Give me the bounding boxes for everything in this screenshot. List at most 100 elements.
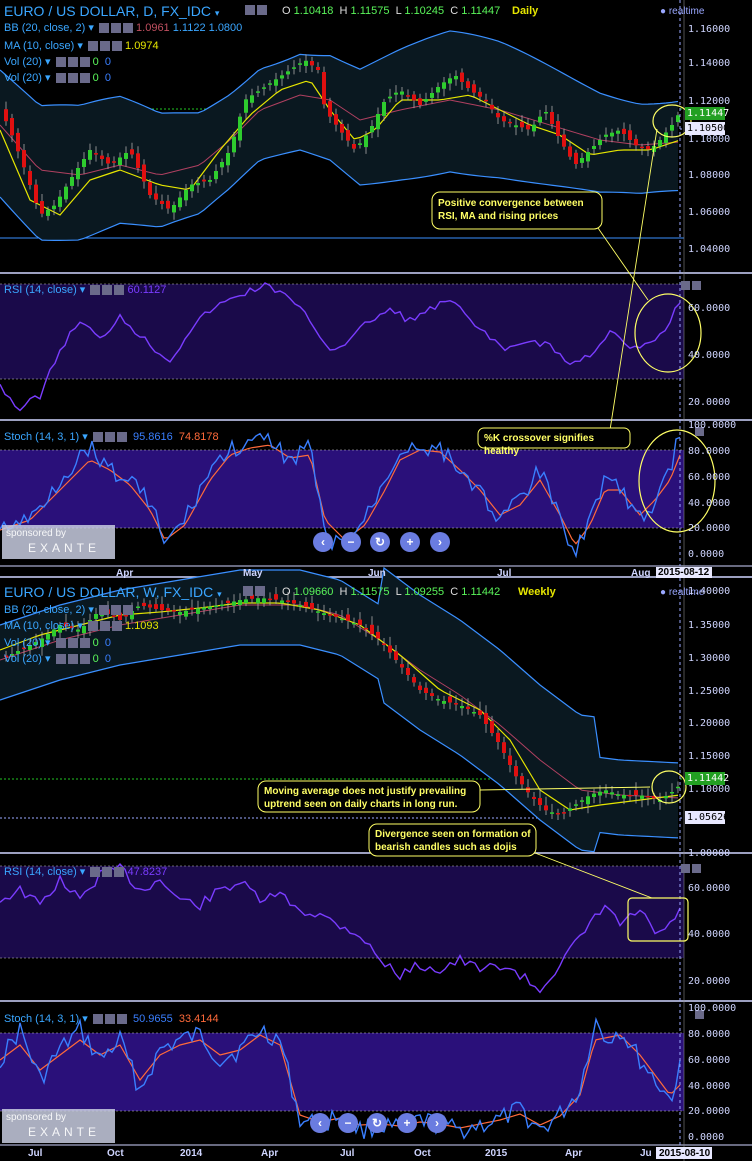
daily-axis-0: 1.16000 bbox=[688, 24, 731, 35]
daily-candle bbox=[394, 92, 398, 95]
daily-axis-6: 1.04000 bbox=[688, 244, 731, 255]
weekly-candle bbox=[664, 796, 668, 799]
weekly-axis-4: 1.20000 bbox=[688, 718, 731, 729]
weekly-candle bbox=[304, 601, 308, 608]
weekly-candle bbox=[364, 627, 368, 630]
weekly-rsi-label[interactable]: RSI (14, close) ▾ 47.8237 bbox=[4, 866, 167, 879]
daily-candle bbox=[382, 102, 386, 116]
weekly-candle bbox=[244, 599, 248, 604]
daily-candle bbox=[172, 205, 176, 213]
weekly-nav-left-icon[interactable]: ‹ bbox=[310, 1116, 330, 1130]
daily-candle bbox=[418, 98, 422, 105]
daily-candle bbox=[424, 99, 428, 102]
daily-watermark-line1: sponsored by bbox=[6, 528, 67, 539]
weekly-ma-label[interactable]: MA (10, close) ▾ 1.1093 bbox=[4, 620, 159, 633]
daily-candle bbox=[406, 95, 410, 97]
daily-candle bbox=[442, 82, 446, 89]
daily-candle bbox=[292, 67, 296, 69]
daily-candle bbox=[526, 124, 530, 130]
weekly-candle bbox=[160, 604, 164, 611]
daily-candle bbox=[154, 193, 158, 200]
daily-candle bbox=[214, 171, 218, 180]
weekly-nav-reset-icon[interactable]: ↻ bbox=[367, 1116, 387, 1130]
weekly-candle bbox=[676, 786, 680, 789]
weekly-candle bbox=[634, 790, 638, 795]
daily-rsi-label[interactable]: RSI (14, close) ▾ 60.1127 bbox=[4, 284, 166, 297]
daily-candle bbox=[532, 124, 536, 132]
daily-mid-price-tag: 1.10500 bbox=[687, 123, 730, 134]
weekly-candle bbox=[220, 604, 224, 606]
daily-candle bbox=[262, 87, 266, 89]
daily-candle bbox=[88, 150, 92, 160]
weekly-candle bbox=[280, 600, 284, 604]
daily-candle bbox=[100, 155, 104, 159]
daily-candle bbox=[220, 162, 224, 168]
weekly-settings-icons[interactable] bbox=[241, 585, 265, 598]
weekly-nav-zoomin-icon[interactable]: + bbox=[397, 1116, 417, 1130]
weekly-candle bbox=[196, 608, 200, 614]
weekly-stoch-axis-0: 100.0000 bbox=[688, 1003, 737, 1014]
weekly-candle bbox=[544, 805, 548, 811]
daily-candle bbox=[34, 184, 38, 203]
daily-candle bbox=[160, 200, 164, 204]
daily-bb-label[interactable]: BB (20, close, 2) ▾ 1.0961 1.1122 1.0800 bbox=[4, 22, 242, 35]
daily-candle bbox=[670, 125, 674, 131]
weekly-candle bbox=[226, 600, 230, 603]
weekly-rsi-axis-2: 20.0000 bbox=[688, 976, 731, 987]
weekly-symbol[interactable]: EURO / US DOLLAR, W, FX_IDC ▾ bbox=[4, 584, 222, 602]
daily-vol1-label[interactable]: Vol (20) ▾ 0 0 bbox=[4, 56, 111, 69]
daily-candle bbox=[64, 186, 68, 200]
weekly-candle bbox=[238, 600, 242, 606]
weekly-candle bbox=[298, 605, 302, 607]
daily-candle bbox=[466, 81, 470, 88]
weekly-bb-label[interactable]: BB (20, close, 2) ▾ bbox=[4, 604, 133, 617]
daily-candle bbox=[484, 99, 488, 102]
weekly-vol1-label[interactable]: Vol (20) ▾ 0 0 bbox=[4, 637, 111, 650]
daily-candle bbox=[112, 161, 116, 163]
daily-candle bbox=[274, 79, 278, 86]
daily-nav-zoomin-icon[interactable]: + bbox=[400, 535, 420, 549]
weekly-candle bbox=[586, 796, 590, 805]
daily-candle bbox=[640, 146, 644, 149]
weekly-x-7: Apr bbox=[565, 1148, 583, 1159]
weekly-candle bbox=[580, 800, 584, 802]
weekly-stoch-label[interactable]: Stoch (14, 3, 1) ▾ 50.9655 33.4144 bbox=[4, 1013, 219, 1026]
daily-vol2-label[interactable]: Vol (20) ▾ 0 0 bbox=[4, 72, 111, 85]
weekly-axis-5: 1.15000 bbox=[688, 751, 731, 762]
weekly-nav-right-icon[interactable]: › bbox=[427, 1116, 447, 1130]
weekly-candle bbox=[466, 706, 470, 709]
daily-nav-reset-icon[interactable]: ↻ bbox=[370, 535, 390, 549]
daily-nav-zoomout-icon[interactable]: − bbox=[341, 535, 361, 549]
weekly-candle bbox=[448, 696, 452, 703]
weekly-candle bbox=[214, 605, 218, 608]
weekly-axis-7: 1.00000 bbox=[688, 848, 731, 859]
daily-axis-3: 1.10000 bbox=[688, 134, 731, 145]
weekly-candle bbox=[568, 808, 572, 811]
daily-candle bbox=[316, 66, 320, 70]
weekly-rsi-axis-0: 60.0000 bbox=[688, 883, 731, 894]
weekly-nav-zoomout-icon[interactable]: − bbox=[338, 1116, 358, 1130]
weekly-candle bbox=[148, 604, 152, 608]
daily-stoch-axis-3: 40.0000 bbox=[688, 498, 731, 509]
daily-settings-icons[interactable] bbox=[243, 4, 267, 17]
weekly-candle bbox=[154, 604, 158, 609]
daily-symbol[interactable]: EURO / US DOLLAR, D, FX_IDC ▾ bbox=[4, 3, 219, 21]
weekly-candle bbox=[628, 794, 632, 797]
daily-candle bbox=[538, 116, 542, 123]
daily-ma-label[interactable]: MA (10, close) ▾ 1.0974 bbox=[4, 40, 159, 53]
daily-candle bbox=[232, 136, 236, 153]
daily-nav-right-icon[interactable]: › bbox=[430, 535, 450, 549]
weekly-vol2-label[interactable]: Vol (20) ▾ 0 0 bbox=[4, 653, 111, 666]
weekly-candle bbox=[496, 732, 500, 742]
weekly-candle bbox=[640, 795, 644, 799]
daily-nav-left-icon[interactable]: ‹ bbox=[313, 535, 333, 549]
weekly-x-4: Jul bbox=[340, 1148, 355, 1159]
daily-candle bbox=[196, 183, 200, 186]
weekly-candle bbox=[670, 792, 674, 794]
daily-stoch-label[interactable]: Stoch (14, 3, 1) ▾ 95.8616 74.8178 bbox=[4, 431, 219, 444]
weekly-annotation-1: Moving average does not justify prevaili… bbox=[264, 786, 467, 810]
daily-stoch-axis-1: 80.0000 bbox=[688, 446, 731, 457]
daily-candle bbox=[448, 78, 452, 84]
daily-candle bbox=[94, 153, 98, 155]
daily-candle bbox=[352, 143, 356, 149]
